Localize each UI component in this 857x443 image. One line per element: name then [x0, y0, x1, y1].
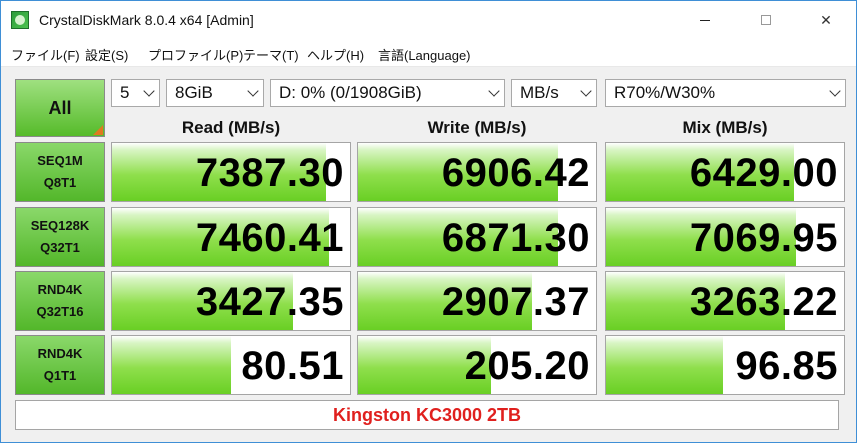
title-bar: CrystalDiskMark 8.0.4 x64 [Admin] ✕ — [1, 1, 856, 39]
result-write: 2907.37 — [357, 271, 597, 331]
test-button-seq128k-q32t1[interactable]: SEQ128K Q32T1 — [15, 207, 105, 267]
test-button-rnd4k-q32t16[interactable]: RND4K Q32T16 — [15, 271, 105, 331]
menu-bar: ファイル(F) 設定(S) プロファイル(P) テーマ(T) ヘルプ(H) 言語… — [1, 39, 856, 67]
mix-ratio-select[interactable]: R70%/W30% — [605, 79, 846, 107]
test-count-value: 5 — [120, 83, 130, 102]
menu-help[interactable]: ヘルプ(H) — [307, 45, 364, 64]
result-read: 3427.35 — [111, 271, 351, 331]
maximize-icon — [761, 15, 771, 25]
row-label-line1: RND4K — [37, 346, 83, 361]
chevron-down-icon — [143, 85, 155, 97]
drive-select[interactable]: D: 0% (0/1908GiB) — [270, 79, 505, 107]
mix-value: 6429.00 — [689, 151, 838, 195]
result-mix: 3263.22 — [605, 271, 845, 331]
mix-value: 96.85 — [735, 344, 838, 388]
write-value: 6906.42 — [441, 151, 590, 195]
mix-value: 3263.22 — [689, 280, 838, 324]
menu-file[interactable]: ファイル(F) — [11, 45, 80, 64]
close-icon: ✕ — [820, 11, 832, 28]
read-bar — [112, 336, 231, 394]
write-value: 2907.37 — [441, 280, 590, 324]
comment-field[interactable]: Kingston KC3000 2TB — [15, 400, 839, 430]
write-value: 6871.30 — [441, 216, 590, 260]
write-value: 205.20 — [464, 344, 590, 388]
result-read: 80.51 — [111, 335, 351, 395]
mix-header: Mix (MB/s) — [682, 118, 768, 137]
corner-indicator — [93, 125, 103, 135]
menu-settings[interactable]: 設定(S) — [85, 45, 128, 64]
read-value: 3427.35 — [195, 280, 344, 324]
result-mix: 6429.00 — [605, 142, 845, 202]
row-label-line1: SEQ128K — [30, 218, 90, 233]
minimize-icon — [700, 19, 710, 21]
maximize-button[interactable] — [743, 1, 789, 39]
drive-model-label: Kingston KC3000 2TB — [332, 405, 522, 425]
test-size-value: 8GiB — [175, 83, 213, 102]
row-label-line2: Q32T1 — [40, 240, 80, 255]
row-label-line1: RND4K — [37, 282, 83, 297]
chevron-down-icon — [580, 85, 592, 97]
menu-language[interactable]: 言語(Language) — [378, 45, 471, 64]
test-count-select[interactable]: 5 — [111, 79, 160, 107]
unit-value: MB/s — [520, 83, 559, 102]
all-button-label: All — [48, 97, 72, 118]
result-read: 7387.30 — [111, 142, 351, 202]
drive-value: D: 0% (0/1908GiB) — [279, 83, 422, 102]
result-mix: 96.85 — [605, 335, 845, 395]
menu-theme[interactable]: テーマ(T) — [243, 45, 299, 64]
row-label-line2: Q32T16 — [36, 304, 84, 319]
read-header: Read (MB/s) — [181, 118, 281, 137]
result-write: 6906.42 — [357, 142, 597, 202]
app-window: CrystalDiskMark 8.0.4 x64 [Admin] ✕ ファイル… — [0, 0, 857, 443]
mix-ratio-value: R70%/W30% — [614, 83, 716, 102]
test-button-seq1m-q8t1[interactable]: SEQ1M Q8T1 — [15, 142, 105, 202]
write-header: Write (MB/s) — [427, 118, 527, 137]
read-value: 80.51 — [241, 344, 344, 388]
row-label-line2: Q1T1 — [43, 368, 77, 383]
chevron-down-icon — [488, 85, 500, 97]
test-size-select[interactable]: 8GiB — [166, 79, 264, 107]
row-label-line1: SEQ1M — [37, 153, 83, 168]
chevron-down-icon — [247, 85, 259, 97]
result-mix: 7069.95 — [605, 207, 845, 267]
menu-profile[interactable]: プロファイル(P) — [148, 45, 243, 64]
mix-bar — [606, 336, 723, 394]
read-value: 7460.41 — [195, 216, 344, 260]
mix-value: 7069.95 — [689, 216, 838, 260]
result-read: 7460.41 — [111, 207, 351, 267]
result-write: 205.20 — [357, 335, 597, 395]
close-button[interactable]: ✕ — [803, 1, 849, 39]
minimize-button[interactable] — [682, 1, 728, 39]
test-button-rnd4k-q1t1[interactable]: RND4K Q1T1 — [15, 335, 105, 395]
row-label-line2: Q8T1 — [43, 175, 77, 190]
result-write: 6871.30 — [357, 207, 597, 267]
window-title: CrystalDiskMark 8.0.4 x64 [Admin] — [39, 12, 254, 28]
unit-select[interactable]: MB/s — [511, 79, 597, 107]
chevron-down-icon — [829, 85, 841, 97]
app-icon — [11, 11, 29, 29]
all-button[interactable]: All — [15, 79, 105, 137]
read-value: 7387.30 — [195, 151, 344, 195]
